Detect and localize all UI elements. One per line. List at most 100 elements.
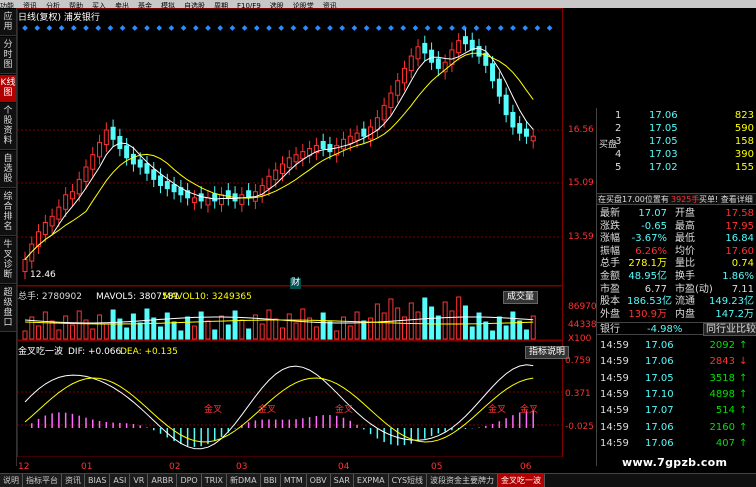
finance-marker[interactable]: 财	[290, 278, 302, 289]
event-marker-icon	[70, 25, 77, 31]
candle	[469, 39, 475, 51]
volume-bar	[354, 311, 360, 340]
indicator-tab[interactable]: ASI	[110, 474, 131, 487]
sidebar-item[interactable]: 超级盘口	[0, 285, 16, 332]
volume-bar	[462, 305, 468, 340]
trade-volume: 407	[715, 437, 735, 449]
volume-bar	[313, 326, 319, 340]
volume-bar	[239, 319, 245, 340]
trade-volume: 3518	[709, 372, 735, 384]
indicator-tab[interactable]: 资讯	[62, 474, 85, 487]
book-price: 17.03	[649, 149, 678, 160]
volume-bar	[347, 325, 353, 340]
stat-label: 最新	[600, 208, 620, 219]
volume-bar	[232, 310, 238, 340]
sidebar-item[interactable]: 应用	[0, 9, 16, 36]
book-volume: 823	[734, 110, 754, 121]
volume-bar	[381, 312, 387, 340]
indicator-tab[interactable]: 波段资金主要牌力	[427, 474, 499, 487]
candle	[388, 92, 394, 109]
dea-value: DEA: +0.135	[120, 347, 178, 357]
volume-bar	[56, 329, 62, 340]
event-marker-icon	[144, 25, 150, 31]
order-info-bar[interactable]: 在买盘17.00位置有 3925手 买单! 查看详细	[597, 193, 756, 205]
trade-price: 17.06	[645, 356, 674, 368]
macd-panel-frame	[17, 340, 563, 457]
indicator-tab[interactable]: MTM	[280, 474, 307, 487]
candle	[42, 222, 48, 236]
indicator-tab[interactable]: 说明	[0, 474, 23, 487]
indicator-tab[interactable]: SAR	[330, 474, 354, 487]
event-marker-icon	[34, 25, 41, 31]
indicator-tab[interactable]: VR	[130, 474, 149, 487]
sidebar-item[interactable]: K线图	[0, 75, 16, 102]
volume-bar	[503, 325, 509, 340]
indicator-tab[interactable]: EXPMA	[353, 474, 389, 487]
candle	[110, 126, 116, 140]
sidebar-item[interactable]: 自选股	[0, 151, 16, 188]
stat-value: 7.11	[731, 283, 754, 295]
candle	[103, 129, 109, 146]
indicator-tab[interactable]: TRIX	[201, 474, 228, 487]
volume-bar	[415, 311, 421, 340]
candle	[76, 178, 82, 195]
event-marker-icon	[363, 25, 370, 31]
candle	[429, 49, 435, 63]
sidebar-item[interactable]: 牛叉诊断	[0, 237, 16, 284]
volume-indicator-button[interactable]: 成交量	[503, 291, 539, 304]
volume-bar	[103, 323, 109, 340]
order-detail-link[interactable]: 买单! 查看详细	[699, 194, 753, 205]
candle	[171, 184, 177, 193]
indicator-tab[interactable]: CYS短线	[388, 474, 428, 487]
indicator-tab[interactable]: DPO	[177, 474, 202, 487]
event-marker-icon	[107, 25, 114, 31]
event-marker-icon	[424, 25, 431, 31]
indicator-help-button[interactable]: 指标说明	[525, 346, 570, 359]
volume-bar	[22, 330, 28, 340]
kline-chart[interactable]: 日线(复权) 浦发银行 16.56 15.09 13.59 12.46 财 总手…	[17, 8, 597, 472]
indicator-tab[interactable]: BBI	[260, 474, 281, 487]
dea-line	[24, 377, 534, 443]
event-marker-icon	[253, 25, 260, 31]
event-marker-icon	[205, 25, 211, 31]
sidebar-item[interactable]: 分时图	[0, 37, 16, 74]
volume-bar	[205, 320, 211, 340]
indicator-tab[interactable]: BIAS	[85, 474, 111, 487]
stat-label: 最高	[675, 220, 695, 232]
sidebar-item[interactable]: 综合排名	[0, 189, 16, 236]
indicator-tab[interactable]: 金叉吃一波	[498, 474, 546, 487]
trade-volume: 2160	[709, 421, 735, 433]
indicator-tab[interactable]: 指标平台	[23, 474, 62, 487]
candle	[456, 40, 462, 54]
volume-bar	[449, 310, 455, 340]
volume-bar	[49, 320, 55, 340]
candle	[374, 117, 380, 131]
volume-bar	[97, 314, 103, 340]
event-marker-icon	[400, 25, 407, 31]
industry-compare-button[interactable]: 同行业比较	[703, 323, 756, 336]
volume-bar	[69, 324, 75, 340]
candle	[503, 94, 509, 116]
stat-label: 换手	[675, 271, 695, 282]
event-marker-icon	[375, 25, 382, 31]
indicator-tab[interactable]: ARBR	[148, 474, 178, 487]
macd-indicator-name: 金叉吃一波	[18, 347, 64, 357]
indicator-tab[interactable]: OBV	[306, 474, 331, 487]
candle	[239, 194, 245, 205]
book-volume: 390	[734, 149, 754, 160]
indicator-tab[interactable]: 新DMA	[227, 474, 261, 487]
candle	[205, 197, 211, 206]
sell-side-label: 买盘	[599, 140, 618, 150]
sidebar-item[interactable]: 个股资料	[0, 103, 16, 150]
price-tick: 15.09	[568, 178, 594, 188]
stat-label: 振幅	[600, 245, 620, 257]
trade-time: 14:59	[600, 388, 629, 400]
event-marker-icon	[449, 25, 455, 31]
event-marker-icon	[522, 25, 529, 31]
stat-value: 17.60	[725, 245, 754, 257]
stat-label: 涨跌	[600, 220, 620, 232]
book-volume: 155	[734, 162, 754, 173]
volume-bar	[137, 322, 143, 340]
volume-bar	[259, 323, 265, 340]
volume-bar	[164, 312, 170, 340]
